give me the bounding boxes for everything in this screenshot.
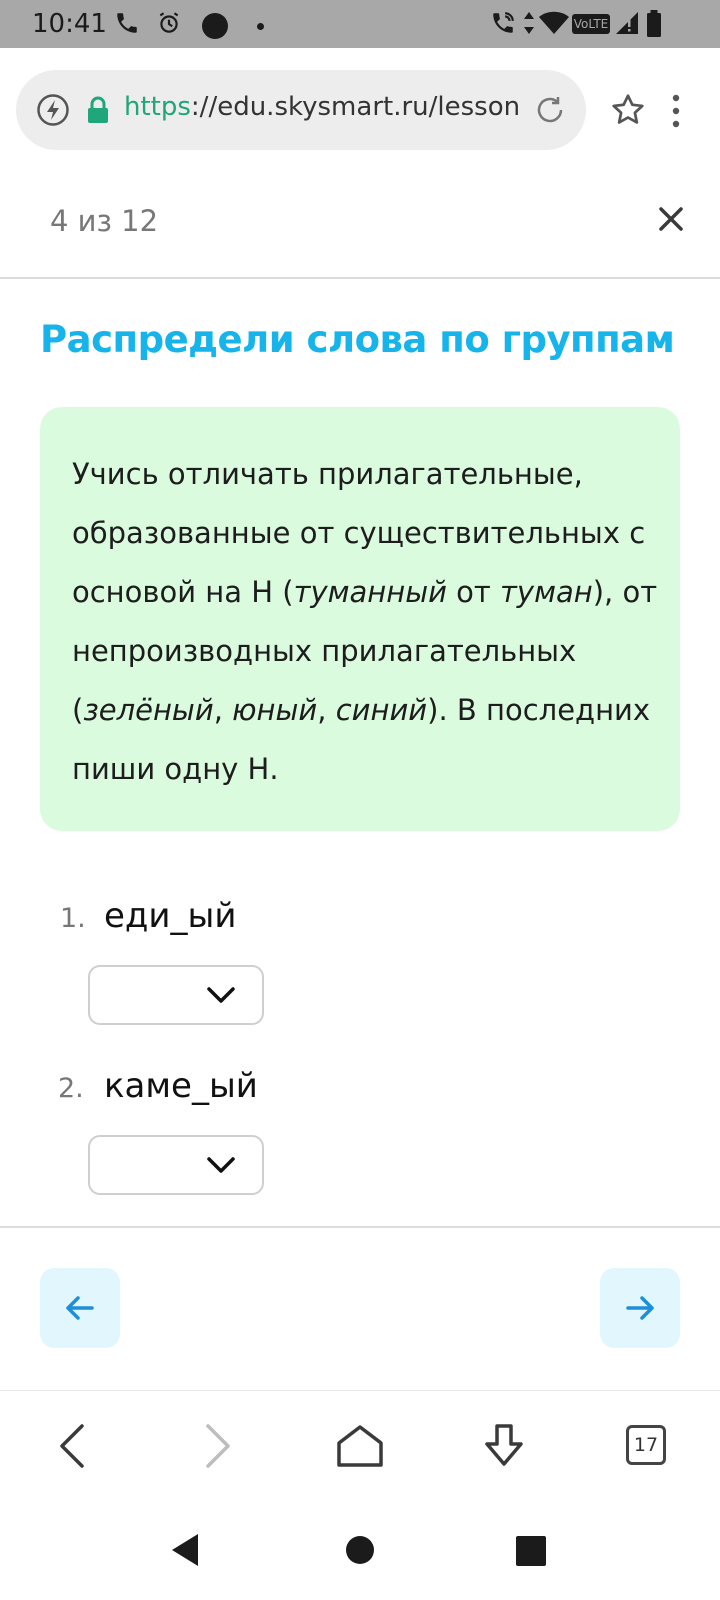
next-button[interactable]: [600, 1268, 680, 1348]
url-host-path: ://edu.skysmart.ru/lesson: [190, 92, 521, 122]
hint-example: туманный: [293, 575, 447, 609]
hint-example: туман: [500, 575, 593, 609]
arrow-right-icon: [626, 1296, 654, 1320]
hint-text-part: ,: [317, 693, 336, 727]
prev-button[interactable]: [40, 1268, 120, 1348]
back-icon[interactable]: [58, 1424, 86, 1468]
lock-icon: [88, 96, 108, 123]
status-time: 10:41: [32, 9, 107, 39]
signal-icon: [616, 12, 638, 34]
item-word: каме_ый: [104, 1066, 258, 1106]
bookmark-star-icon[interactable]: [610, 92, 646, 128]
header-divider: [0, 277, 720, 279]
hint-text-part: от: [446, 575, 501, 609]
record-dot-icon: [202, 13, 228, 39]
item-number: 1.: [60, 903, 86, 934]
battery-icon: [647, 10, 661, 37]
alarm-icon: [159, 12, 179, 33]
close-icon[interactable]: [658, 206, 684, 232]
notification-dot-icon: [257, 23, 264, 30]
progress-counter: 4 из 12: [50, 204, 159, 238]
address-bar[interactable]: https://edu.skysmart.ru/lesson: [16, 70, 586, 150]
reload-icon[interactable]: [534, 94, 566, 126]
status-bar: 10:41 VoLTE: [0, 0, 720, 48]
hint-text-part: ,: [213, 693, 233, 727]
download-icon[interactable]: [480, 1422, 528, 1470]
chevron-down-icon: [207, 987, 235, 1003]
system-home-icon[interactable]: [346, 1536, 374, 1564]
forward-icon[interactable]: [204, 1424, 232, 1468]
menu-icon[interactable]: [672, 94, 680, 128]
footer-divider: [0, 1226, 720, 1228]
system-back-icon[interactable]: [170, 1532, 200, 1568]
answer-select-2[interactable]: [88, 1135, 264, 1195]
hint-example: юный: [232, 693, 318, 727]
lite-mode-icon[interactable]: [36, 93, 70, 127]
volte-icon: VoLTE: [572, 14, 610, 34]
wifi-icon: [539, 11, 569, 34]
task-title: Распредели слова по группам: [40, 318, 675, 361]
phone-icon: [117, 13, 137, 33]
item-number: 2.: [58, 1073, 84, 1104]
url-text[interactable]: https://edu.skysmart.ru/lesson: [124, 92, 524, 122]
hint-example: синий: [335, 693, 428, 727]
hint-text: Учись отличать прилагательные, образован…: [72, 445, 662, 799]
wifi-calling-icon: [493, 12, 514, 33]
chevron-down-icon: [207, 1157, 235, 1173]
url-scheme: https: [124, 92, 191, 122]
home-icon[interactable]: [336, 1424, 384, 1468]
tab-switcher-button[interactable]: 17: [626, 1425, 666, 1465]
item-word: еди_ый: [104, 896, 237, 936]
system-recents-icon[interactable]: [516, 1536, 546, 1566]
arrow-left-icon: [66, 1296, 94, 1320]
hint-example: зелёный: [83, 693, 214, 727]
hint-box: Учись отличать прилагательные, образован…: [40, 407, 680, 831]
data-arrows-icon: [524, 12, 534, 34]
answer-select-1[interactable]: [88, 965, 264, 1025]
toolbar-divider: [0, 1390, 720, 1391]
